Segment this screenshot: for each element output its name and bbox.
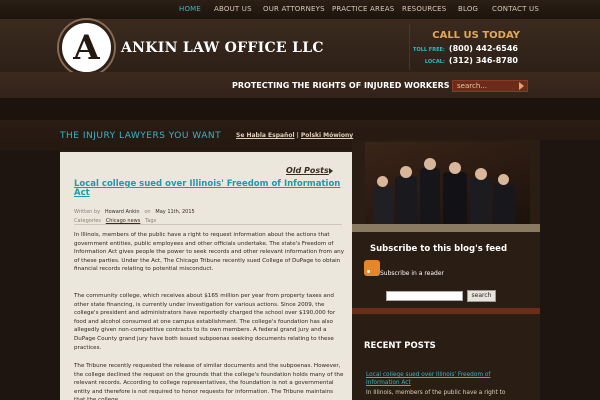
nav-resources[interactable]: RESOURCES <box>402 5 446 13</box>
sidebar-divider <box>352 224 540 232</box>
photo-figure <box>498 174 509 185</box>
sidebar-strip <box>352 308 540 314</box>
lang-spanish-link[interactable]: Se Habla Español <box>236 132 295 139</box>
right-gutter <box>540 140 600 400</box>
search-arrow-icon[interactable] <box>519 82 524 90</box>
rss-dot <box>367 270 370 273</box>
tagline: PROTECTING THE RIGHTS OF INJURED WORKERS <box>232 81 450 90</box>
post-divider <box>74 224 342 225</box>
post-title[interactable]: Local college sued over Illinois' Freedo… <box>74 180 344 198</box>
firm-name[interactable]: ANKIN LAW OFFICE LLC <box>121 40 324 56</box>
dark-stripe <box>0 98 600 120</box>
logo-letter: A <box>73 28 100 68</box>
nav-home[interactable]: HOME <box>179 5 201 13</box>
photo-figure <box>470 178 492 224</box>
rss-icon[interactable] <box>364 260 380 276</box>
left-gutter <box>0 150 60 400</box>
sidebar-search-button[interactable]: search <box>467 290 496 302</box>
post-date: May 11th, 2015 <box>155 209 195 215</box>
tollfree-row: TOLL FREE: (800) 442-6546 <box>413 44 518 53</box>
nav-contact-us[interactable]: CONTACT US <box>492 5 539 13</box>
tollfree-number[interactable]: (800) 442-6546 <box>449 44 518 53</box>
post-paragraph: The Tribune recently requested the relea… <box>74 363 344 400</box>
attorneys-group-photo <box>365 142 530 224</box>
sidebar-search-input[interactable] <box>386 291 463 301</box>
strap-title: THE INJURY LAWYERS YOU WANT <box>60 131 222 141</box>
subscribe-title: Subscribe to this blog's feed <box>370 244 508 254</box>
nav-practice-areas[interactable]: PRACTICE AREAS <box>332 5 394 13</box>
local-number[interactable]: (312) 346-8780 <box>449 56 518 65</box>
post-paragraph: In Illinois, members of the public have … <box>74 232 345 273</box>
nav-about-us[interactable]: ABOUT US <box>214 5 252 13</box>
recent-posts-title: RECENT POSTS <box>364 341 436 351</box>
photo-figure <box>377 176 388 187</box>
arrow-right-icon[interactable] <box>329 168 333 174</box>
photo-figure <box>400 166 412 178</box>
language-links: Se Habla Español | Polski Mówiony <box>236 132 353 139</box>
photo-figure <box>475 168 487 180</box>
header-search-input[interactable]: search... <box>452 80 528 92</box>
on-label: on <box>144 209 151 215</box>
written-by-label: Written by <box>74 209 101 215</box>
tollfree-label: TOLL FREE: <box>413 47 445 53</box>
call-box: CALL US TODAY TOLL FREE: (800) 442-6546 L… <box>409 24 526 70</box>
nav-blog[interactable]: BLOG <box>458 5 478 13</box>
lang-polish-link[interactable]: Polski Mówiony <box>301 132 353 139</box>
photo-figure <box>373 186 393 224</box>
photo-figure <box>395 176 417 224</box>
call-title: CALL US TODAY <box>432 30 520 41</box>
firm-logo[interactable]: A <box>59 20 114 75</box>
recent-post-link[interactable]: Local college sued over Illinois' Freedo… <box>366 371 516 387</box>
top-navigation: HOME ABOUT US OUR ATTORNEYS PRACTICE ARE… <box>0 0 600 20</box>
nav-our-attorneys[interactable]: OUR ATTORNEYS <box>263 5 325 13</box>
recent-post-excerpt: In Illinois, members of the public have … <box>366 390 506 396</box>
subscribe-reader-link[interactable]: Subscribe in a reader <box>380 270 444 277</box>
photo-figure <box>493 184 515 224</box>
photo-figure <box>449 162 461 174</box>
photo-figure <box>420 168 440 224</box>
photo-figure <box>424 158 436 170</box>
local-label: LOCAL: <box>424 59 445 65</box>
post-author[interactable]: Howard Ankin <box>105 209 140 215</box>
photo-figure <box>443 172 467 224</box>
post-meta-author: Written by Howard Ankin on May 11th, 201… <box>74 209 195 215</box>
old-posts-link[interactable]: Old Posts <box>286 166 329 175</box>
local-row: LOCAL: (312) 346-8780 <box>425 56 518 65</box>
post-paragraph: The community college, which receives ab… <box>74 293 336 351</box>
